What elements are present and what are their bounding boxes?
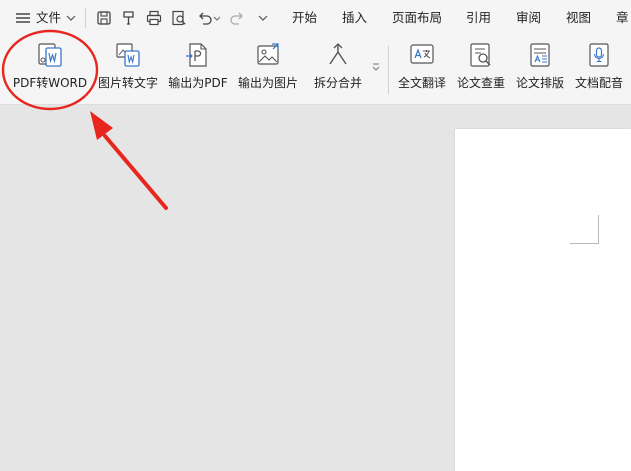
tool-label: 论文排版 bbox=[515, 76, 564, 90]
full-text-translate-button[interactable]: 全文翻译 bbox=[394, 40, 450, 100]
tab-home[interactable]: 开始 bbox=[292, 10, 317, 26]
tab-view[interactable]: 视图 bbox=[566, 10, 591, 26]
print-icon[interactable] bbox=[145, 9, 163, 27]
hamburger-menu-icon[interactable] bbox=[14, 9, 32, 27]
document-voice-icon bbox=[589, 43, 609, 67]
chevron-down-icon[interactable] bbox=[64, 9, 78, 27]
document-page[interactable] bbox=[455, 129, 631, 471]
tab-insert[interactable]: 插入 bbox=[342, 10, 367, 26]
document-canvas[interactable] bbox=[0, 105, 631, 471]
format-painter-icon[interactable] bbox=[120, 9, 138, 27]
plagiarism-check-button[interactable]: 论文查重 bbox=[453, 40, 509, 100]
menu-bar: 文件 开始 插入 页面布局 引用 审阅 视图 章 bbox=[0, 0, 631, 36]
page-corner-mark bbox=[570, 215, 599, 244]
separator bbox=[388, 46, 389, 94]
separator bbox=[85, 8, 86, 28]
save-icon[interactable] bbox=[95, 9, 113, 27]
print-preview-icon[interactable] bbox=[170, 9, 188, 27]
image-to-text-button[interactable]: 图片转文字 bbox=[96, 40, 160, 100]
pdf-to-word-icon bbox=[38, 43, 62, 67]
undo-dropdown-icon[interactable] bbox=[212, 9, 222, 27]
translate-icon bbox=[410, 44, 434, 64]
tab-page-layout[interactable]: 页面布局 bbox=[392, 10, 442, 26]
split-merge-button[interactable]: 拆分合并 bbox=[306, 40, 370, 100]
more-tools-chevron-icon[interactable] bbox=[370, 60, 382, 74]
export-pdf-button[interactable]: 输出为PDF bbox=[166, 40, 230, 100]
paper-format-button[interactable]: 论文排版 bbox=[512, 40, 568, 100]
redo-icon[interactable] bbox=[228, 9, 246, 27]
customize-toolbar-icon[interactable] bbox=[256, 9, 270, 27]
plagiarism-check-icon bbox=[470, 43, 491, 67]
tab-references[interactable]: 引用 bbox=[466, 10, 491, 26]
tab-review[interactable]: 审阅 bbox=[516, 10, 541, 26]
document-voice-button[interactable]: 文档配音 bbox=[571, 40, 627, 100]
export-pdf-icon bbox=[186, 43, 207, 67]
paper-format-icon bbox=[530, 43, 550, 67]
tool-label: PDF转WORD bbox=[12, 76, 88, 90]
tool-label: 拆分合并 bbox=[313, 76, 362, 90]
image-to-text-icon bbox=[116, 43, 140, 67]
tool-label: 图片转文字 bbox=[97, 76, 158, 90]
tool-label: 输出为PDF bbox=[168, 76, 228, 90]
ribbon-toolbar: PDF转WORD 图片转文字 输出为PDF 输出为图片 拆分合并 全文翻译 论文… bbox=[0, 36, 631, 105]
export-image-button[interactable]: 输出为图片 bbox=[236, 40, 300, 100]
export-image-icon bbox=[257, 43, 279, 65]
pdf-to-word-button[interactable]: PDF转WORD bbox=[10, 40, 90, 100]
tool-label: 论文查重 bbox=[456, 76, 505, 90]
tool-label: 全文翻译 bbox=[397, 76, 446, 90]
tab-section[interactable]: 章 bbox=[616, 10, 629, 26]
tool-label: 文档配音 bbox=[574, 76, 623, 90]
file-menu[interactable]: 文件 bbox=[36, 10, 61, 26]
split-merge-icon bbox=[329, 43, 347, 65]
tool-label: 输出为图片 bbox=[237, 76, 298, 90]
